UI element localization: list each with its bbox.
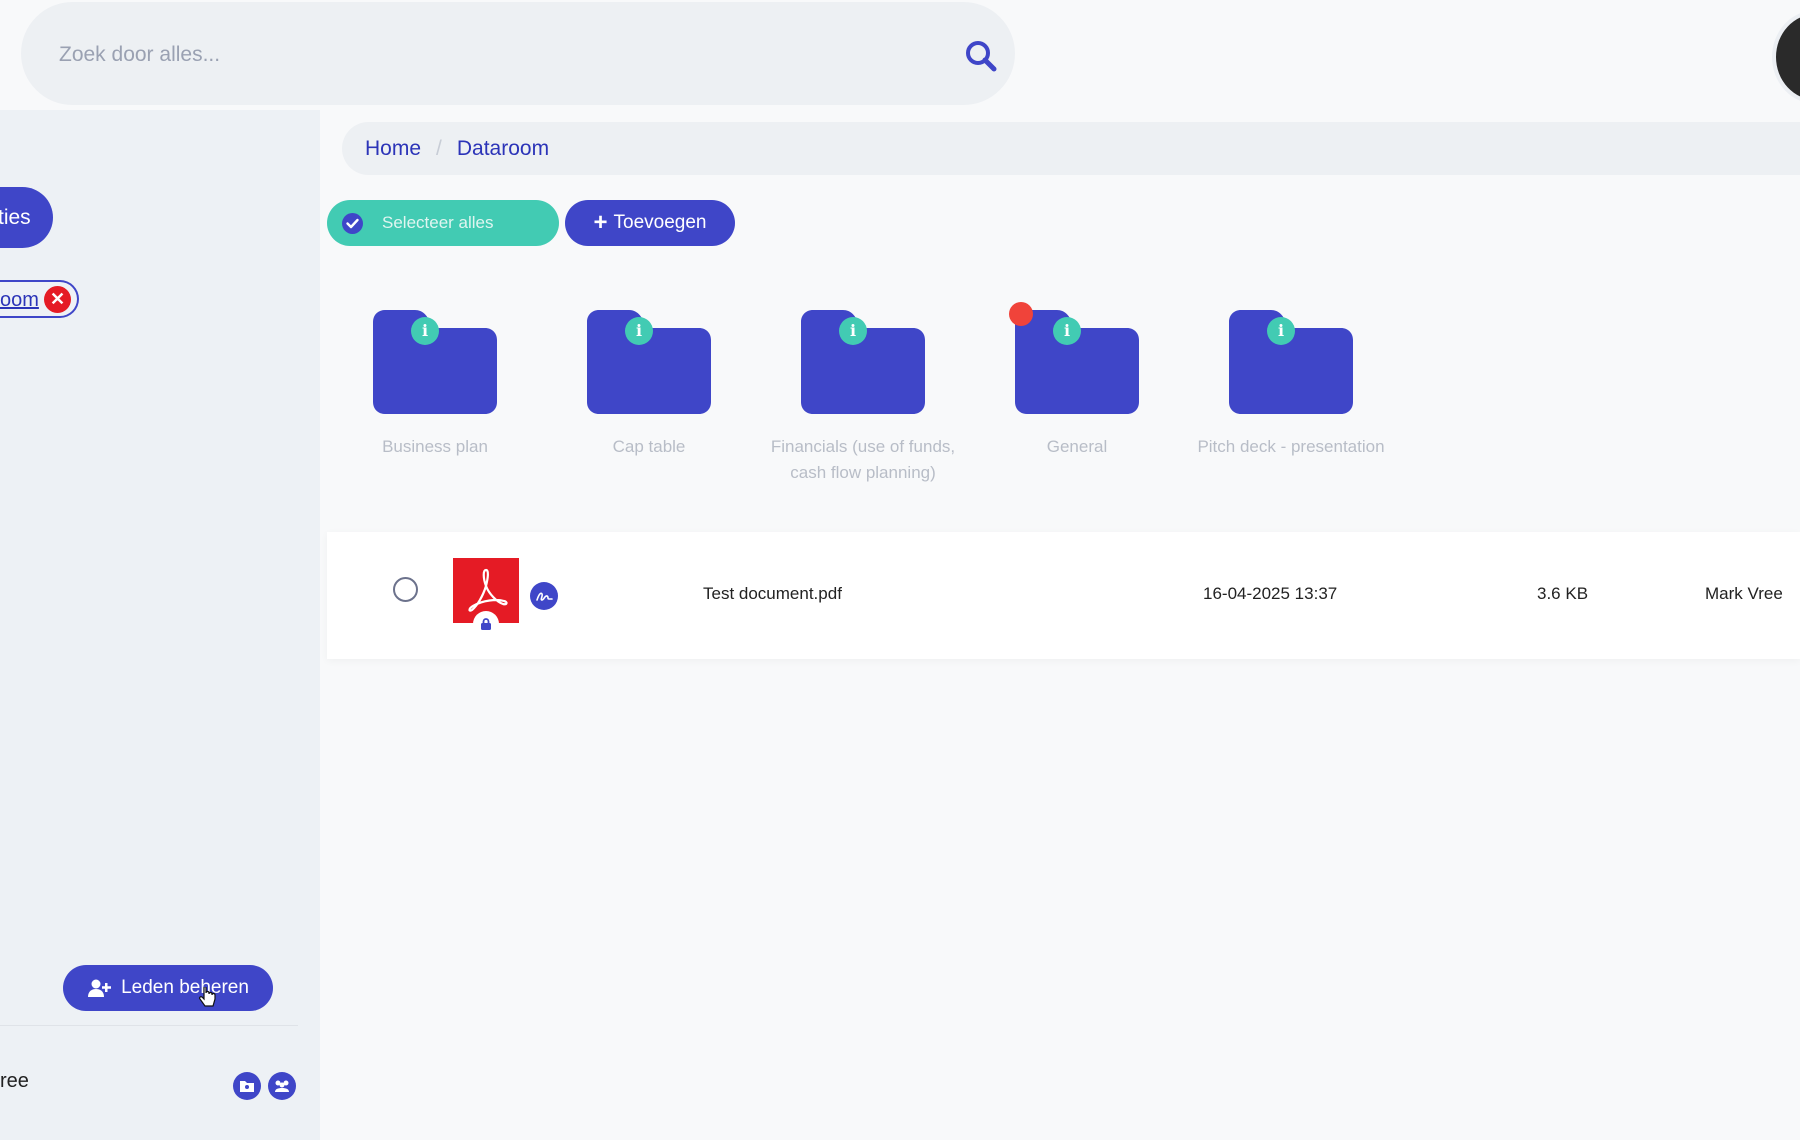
- search-bar: [21, 2, 1015, 105]
- info-icon[interactable]: i: [625, 317, 653, 345]
- file-date: 16-04-2025 13:37: [1203, 584, 1338, 603]
- user-name: ree: [0, 1070, 29, 1092]
- manage-members-button[interactable]: Leden beheren: [63, 965, 273, 1011]
- search-input[interactable]: [57, 30, 941, 80]
- breadcrumb: Home / Dataroom: [342, 122, 1800, 175]
- check-circle-icon: [342, 213, 363, 234]
- breadcrumb-separator: /: [436, 136, 442, 160]
- folder-item[interactable]: i Financials (use of funds, cash flow pl…: [753, 310, 973, 486]
- select-all-button[interactable]: Selecteer alles: [327, 200, 559, 246]
- folder-item[interactable]: i Pitch deck - presentation: [1181, 310, 1401, 460]
- lock-icon: [473, 611, 499, 637]
- plus-icon: +: [593, 209, 608, 236]
- file-select-radio[interactable]: [393, 577, 418, 602]
- group-icon[interactable]: [268, 1072, 296, 1100]
- folder-user-icon[interactable]: [233, 1072, 261, 1100]
- folder-label: Pitch deck - presentation: [1197, 437, 1385, 456]
- folder-item[interactable]: i Business plan: [325, 310, 545, 460]
- folder-label: Cap table: [612, 437, 686, 456]
- info-icon[interactable]: i: [411, 317, 439, 345]
- info-icon[interactable]: i: [1053, 317, 1081, 345]
- manage-members-label: Leden beheren: [121, 977, 249, 998]
- avatar[interactable]: [1772, 10, 1800, 104]
- sidebar-item-label: ties: [0, 206, 31, 229]
- info-icon[interactable]: i: [839, 317, 867, 345]
- info-icon[interactable]: i: [1267, 317, 1295, 345]
- folder-label: General: [1046, 437, 1108, 456]
- file-name[interactable]: Test document.pdf: [703, 584, 842, 604]
- file-size: 3.6 KB: [1537, 584, 1589, 603]
- table-row: Test document.pdf 16-04-2025 13:37 3.6 K…: [327, 532, 1800, 659]
- sidebar-chip-label[interactable]: oom: [0, 289, 39, 312]
- select-all-label: Selecteer alles: [382, 213, 494, 232]
- file-owner: Mark Vree: [1705, 584, 1783, 603]
- pdf-file-icon[interactable]: [453, 558, 519, 637]
- folder-label: Business plan: [382, 437, 488, 456]
- sidebar-chip-dataroom: oom ✕: [0, 280, 79, 318]
- breadcrumb-current[interactable]: Dataroom: [457, 137, 549, 161]
- close-icon[interactable]: ✕: [44, 286, 71, 313]
- signature-icon[interactable]: [530, 582, 558, 610]
- folder-item[interactable]: i General: [967, 310, 1187, 460]
- search-icon[interactable]: [963, 38, 999, 74]
- add-button[interactable]: + Toevoegen: [565, 200, 735, 246]
- notification-dot: [1009, 302, 1033, 326]
- add-button-label: Toevoegen: [613, 212, 707, 233]
- hand-cursor-icon: [199, 987, 216, 1007]
- sidebar-item-active[interactable]: ties: [0, 187, 53, 248]
- breadcrumb-home[interactable]: Home: [365, 137, 421, 161]
- sidebar: ties oom ✕ Leden beheren ree: [0, 110, 320, 1140]
- folder-label: Financials (use of funds, cash flow plan…: [770, 437, 956, 482]
- add-user-icon: [88, 979, 112, 997]
- divider: [0, 1025, 298, 1026]
- folder-item[interactable]: i Cap table: [539, 310, 759, 460]
